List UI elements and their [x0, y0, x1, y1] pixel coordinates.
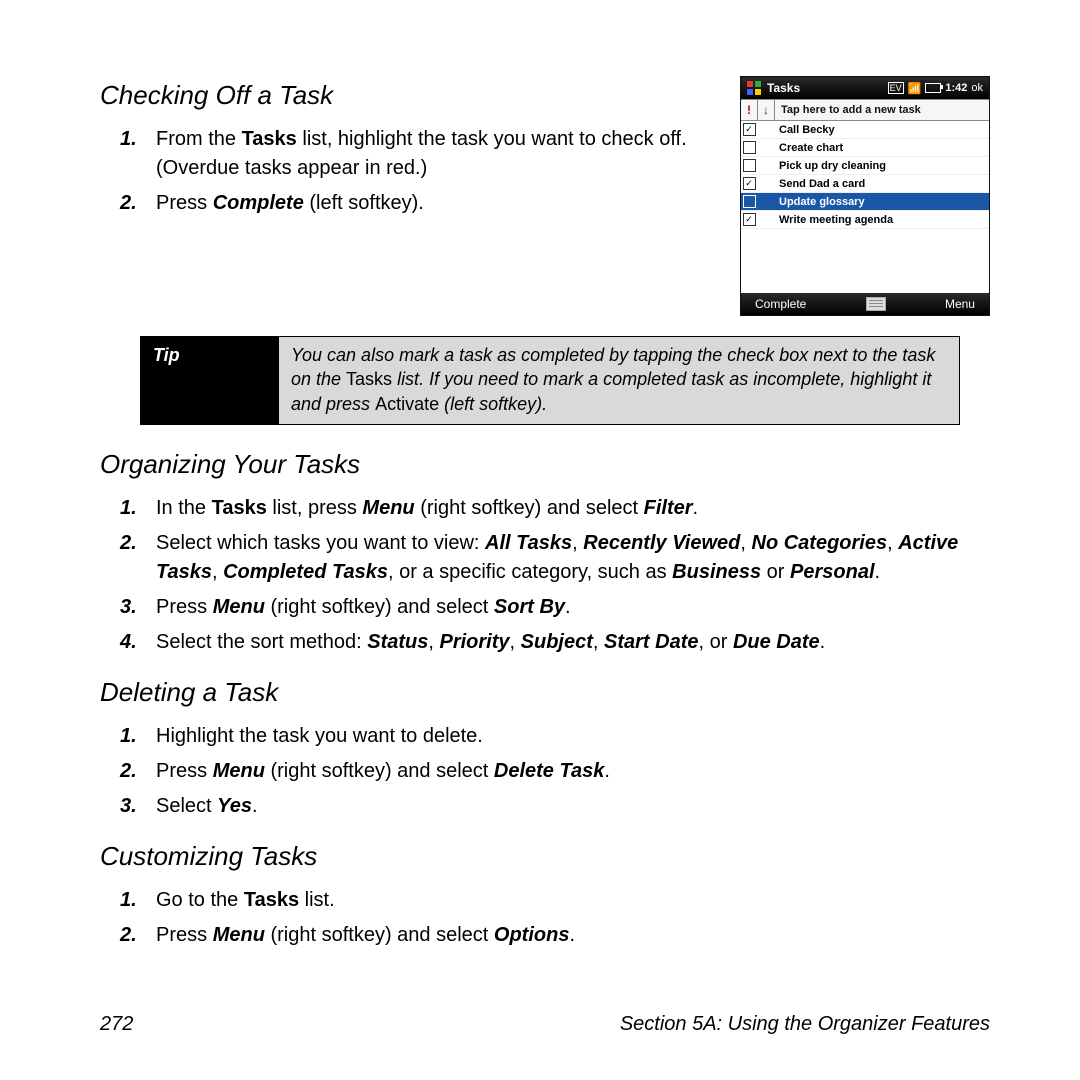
new-task-hint[interactable]: Tap here to add a new task	[775, 100, 989, 120]
tip-body: You can also mark a task as completed by…	[279, 337, 959, 424]
organizing-step-1: 1. In the Tasks list, press Menu (right …	[100, 494, 990, 523]
step-number: 1.	[120, 494, 137, 523]
section-label: Section 5A: Using the Organizer Features	[620, 1013, 990, 1036]
status-icons: EV 📶 1:42 ok	[888, 82, 983, 95]
heading-customizing: Customizing Tasks	[100, 841, 990, 872]
right-softkey[interactable]: Menu	[945, 297, 975, 311]
organizing-step-3: 3. Press Menu (right softkey) and select…	[100, 593, 990, 622]
task-checkbox[interactable]: ✓	[743, 123, 756, 136]
task-row[interactable]: ✓ Write meeting agenda	[741, 211, 989, 229]
step-number: 2.	[120, 757, 137, 786]
bold-text: Complete	[213, 192, 304, 214]
filter-bar: ! ↓ Tap here to add a new task	[741, 99, 989, 121]
step-number: 3.	[120, 792, 137, 821]
battery-icon	[925, 83, 941, 93]
task-list: ✓ Call Becky Create chart Pick up dry clean…	[741, 121, 989, 229]
app-title: Tasks	[767, 81, 800, 95]
task-checkbox[interactable]: ✓	[743, 213, 756, 226]
heading-checking: Checking Off a Task	[100, 80, 720, 111]
checking-step-1: 1. From the Tasks list, highlight the ta…	[100, 125, 720, 183]
checking-step-2: 2. Press Complete (left softkey).	[100, 189, 720, 218]
bold-text: Tasks	[242, 128, 297, 150]
step-number: 2.	[120, 529, 137, 558]
deleting-step-2: 2. Press Menu (right softkey) and select…	[100, 757, 990, 786]
page-number: 272	[100, 1013, 133, 1036]
task-label: Update glossary	[773, 196, 989, 208]
priority-column-icon[interactable]: !	[741, 100, 758, 120]
task-label: Write meeting agenda	[773, 214, 989, 226]
customizing-step-1: 1. Go to the Tasks list.	[100, 886, 990, 915]
step-number: 1.	[120, 125, 137, 154]
step-number: 1.	[120, 886, 137, 915]
task-row[interactable]: ✓ Send Dad a card	[741, 175, 989, 193]
left-softkey[interactable]: Complete	[755, 297, 806, 311]
clock: 1:42	[945, 82, 967, 94]
task-label: Send Dad a card	[773, 178, 989, 190]
organizing-step-4: 4. Select the sort method: Status, Prior…	[100, 628, 990, 657]
task-row[interactable]: ✓ Call Becky	[741, 121, 989, 139]
task-checkbox[interactable]: ✓	[743, 177, 756, 190]
customizing-step-2: 2. Press Menu (right softkey) and select…	[100, 921, 990, 950]
sort-column-icon[interactable]: ↓	[758, 100, 775, 120]
step-number: 2.	[120, 189, 137, 218]
task-checkbox[interactable]	[743, 195, 756, 208]
signal-icon: 📶	[908, 82, 922, 95]
start-icon[interactable]	[747, 81, 761, 95]
heading-organizing: Organizing Your Tasks	[100, 449, 990, 480]
step-number: 1.	[120, 722, 137, 751]
task-label: Pick up dry cleaning	[773, 160, 989, 172]
task-row[interactable]: Pick up dry cleaning	[741, 157, 989, 175]
ok-button[interactable]: ok	[971, 82, 983, 94]
task-row[interactable]: Update glossary	[741, 193, 989, 211]
task-label: Call Becky	[773, 124, 989, 136]
text: Press	[156, 192, 213, 214]
step-number: 2.	[120, 921, 137, 950]
text: From the	[156, 128, 242, 150]
step-number: 3.	[120, 593, 137, 622]
task-checkbox[interactable]	[743, 159, 756, 172]
task-row[interactable]: Create chart	[741, 139, 989, 157]
deleting-step-1: 1. Highlight the task you want to delete…	[100, 722, 990, 751]
page-footer: 272 Section 5A: Using the Organizer Feat…	[100, 1013, 990, 1036]
organizing-step-2: 2. Select which tasks you want to view: …	[100, 529, 990, 587]
task-checkbox[interactable]	[743, 141, 756, 154]
text: (left softkey).	[304, 192, 424, 214]
network-icon: EV	[888, 82, 904, 94]
heading-deleting: Deleting a Task	[100, 677, 990, 708]
keyboard-icon[interactable]	[866, 297, 886, 311]
device-titlebar: Tasks EV 📶 1:42 ok	[741, 77, 989, 99]
device-screenshot: Tasks EV 📶 1:42 ok ! ↓ Tap here to add a…	[740, 76, 990, 316]
tip-label: Tip	[141, 337, 279, 424]
soft-key-bar: Complete Menu	[741, 293, 989, 315]
task-label: Create chart	[773, 142, 989, 154]
tip-box: Tip You can also mark a task as complete…	[140, 336, 960, 425]
step-number: 4.	[120, 628, 137, 657]
deleting-step-3: 3. Select Yes.	[100, 792, 990, 821]
